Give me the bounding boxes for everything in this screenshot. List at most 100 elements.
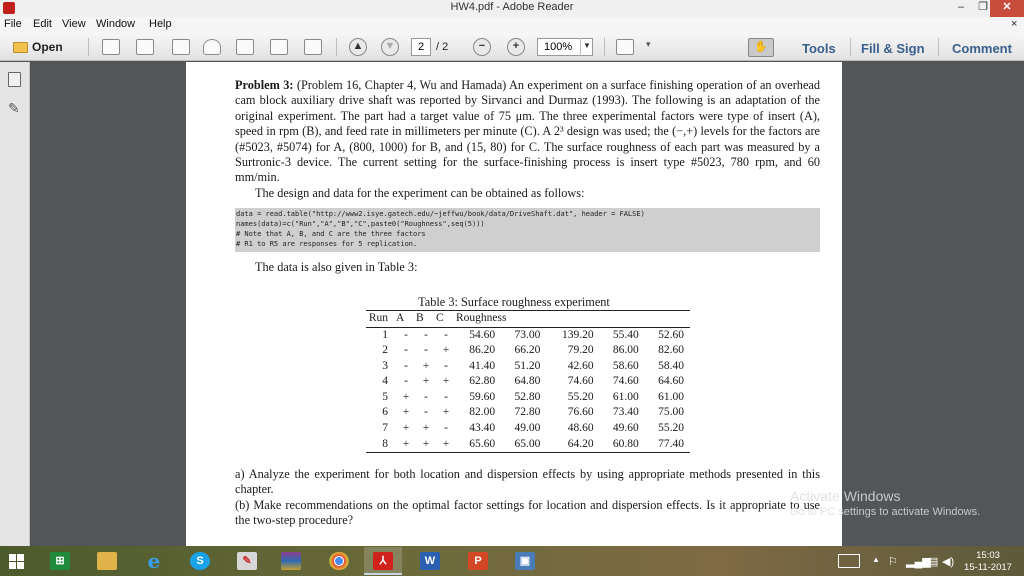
more-tools-icon[interactable]: ▾ xyxy=(646,39,664,55)
windows-start-icon[interactable] xyxy=(9,554,25,570)
factor-cell: + xyxy=(442,437,450,450)
factor-cell: - xyxy=(424,390,428,403)
roughness-cell: 82.60 xyxy=(658,344,684,357)
roughness-cell: 75.00 xyxy=(658,406,684,419)
roughness-cell: 55.20 xyxy=(658,422,684,435)
factor-cell: + xyxy=(402,390,410,403)
run-cell: 3 xyxy=(382,359,388,372)
roughness-cell: 58.60 xyxy=(612,359,639,372)
zoom-out-icon[interactable]: − xyxy=(473,38,491,56)
menu-view[interactable]: View xyxy=(62,18,86,30)
zoom-in-icon[interactable]: + xyxy=(507,38,525,56)
file-explorer-icon[interactable] xyxy=(88,547,126,575)
cloud-upload-icon[interactable] xyxy=(203,39,221,55)
open-button[interactable]: Open xyxy=(10,37,70,57)
system-clock[interactable]: 15:03 15-11-2017 xyxy=(958,550,1018,574)
create-pdf-icon[interactable] xyxy=(102,39,120,55)
factor-cell: - xyxy=(444,422,448,435)
menu-window[interactable]: Window xyxy=(96,18,135,30)
close-document-button[interactable]: × xyxy=(1011,18,1017,30)
factor-cell: - xyxy=(404,359,408,372)
tools-pane-link[interactable]: Tools xyxy=(802,41,836,56)
watermark-subtitle: Go to PC settings to activate Windows. xyxy=(790,506,981,518)
roughness-cell: 74.60 xyxy=(567,375,594,388)
edit-pdf-icon[interactable] xyxy=(172,39,190,55)
table-row: 1 - - - 54.60 73.00 139.20 55.40 52.60 xyxy=(366,327,690,343)
adobe-reader-taskbar-icon[interactable]: ⅄ xyxy=(364,547,402,575)
chevron-down-icon[interactable]: ▼ xyxy=(580,38,593,56)
keyboard-icon[interactable] xyxy=(838,554,860,568)
run-cell: 6 xyxy=(382,406,388,419)
run-cell: 5 xyxy=(382,390,388,403)
save-icon[interactable] xyxy=(236,39,254,55)
r-code-block: data = read.table("http://www2.isye.gate… xyxy=(235,208,820,252)
factor-cell: + xyxy=(422,375,430,388)
toolbar: Open ▲ ▼ 2 / 2 − + 100% ▼ ▾ ✋ Tools Fill… xyxy=(0,33,1024,61)
fit-page-icon[interactable] xyxy=(616,39,634,55)
roughness-cell: 86.00 xyxy=(612,344,639,357)
header-a: A xyxy=(396,312,405,324)
paint-icon[interactable]: ✎ xyxy=(228,547,266,575)
page-number-input[interactable]: 2 xyxy=(411,38,431,56)
factor-cell: + xyxy=(402,422,410,435)
factor-cell: + xyxy=(442,375,450,388)
roughness-cell: 73.40 xyxy=(612,406,639,419)
menu-file[interactable]: File xyxy=(4,18,22,30)
roughness-cell: 61.00 xyxy=(612,390,639,403)
roughness-cell: 77.40 xyxy=(658,437,684,450)
roughness-cell: 48.60 xyxy=(567,422,594,435)
store-icon[interactable]: ⊞ xyxy=(41,547,79,575)
next-page-icon[interactable]: ▼ xyxy=(381,38,399,56)
network-signal-icon[interactable]: ▂▄▆ xyxy=(906,555,931,568)
previous-page-icon[interactable]: ▲ xyxy=(349,38,367,56)
run-cell: 1 xyxy=(382,328,388,341)
fill-sign-pane-link[interactable]: Fill & Sign xyxy=(861,41,925,56)
email-icon[interactable] xyxy=(304,39,322,55)
taskbar: ⊞ e S ✎ ⅄ W P ▣ ▲ ⚐ ▂▄▆ ▤ ◀) 15:03 15-11… xyxy=(0,546,1024,576)
roughness-cell: 74.60 xyxy=(612,375,639,388)
volume-icon[interactable]: ◀) xyxy=(942,555,954,568)
menu-help[interactable]: Help xyxy=(149,18,172,30)
toolbar-separator xyxy=(850,38,851,56)
toolbar-separator xyxy=(938,38,939,56)
folder-icon xyxy=(13,42,28,53)
flag-icon[interactable]: ⚐ xyxy=(888,555,898,568)
show-hidden-icons[interactable]: ▲ xyxy=(872,555,880,564)
menu-bar: File Edit View Window Help × xyxy=(0,17,1024,33)
table-row: 8 + + +65.60 65.00 64.20 60.80 77.40 xyxy=(366,437,690,453)
roughness-cell: 43.40 xyxy=(469,422,496,435)
problem-label: Problem 3: xyxy=(235,78,294,92)
header-run: Run xyxy=(368,312,388,324)
export-pdf-icon[interactable] xyxy=(136,39,154,55)
powerpoint-icon[interactable]: P xyxy=(459,547,497,575)
page-thumbnails-icon[interactable] xyxy=(8,72,21,87)
attachments-paperclip-icon[interactable]: ✎ xyxy=(8,100,22,116)
run-cell: 4 xyxy=(382,375,388,388)
table-row: 5 + - - 59.60 52.80 55.20 61.00 61.00 xyxy=(366,390,690,406)
roughness-cell: 62.80 xyxy=(469,375,496,388)
network-icon[interactable]: ▤ xyxy=(928,555,938,568)
roughness-cell: 58.40 xyxy=(658,359,684,372)
minimize-button[interactable]: – xyxy=(950,0,972,17)
roughness-cell: 60.80 xyxy=(612,437,639,450)
factor-cell: - xyxy=(444,390,448,403)
skype-icon[interactable]: S xyxy=(181,547,219,575)
chrome-icon[interactable] xyxy=(320,547,358,575)
print-icon[interactable] xyxy=(270,39,288,55)
clock-time: 15:03 xyxy=(976,550,1000,561)
remote-desktop-icon[interactable]: ▣ xyxy=(506,547,544,575)
close-button[interactable]: ✕ xyxy=(990,0,1024,17)
page-total: / 2 xyxy=(436,41,449,53)
hand-tool-icon[interactable]: ✋ xyxy=(748,38,774,57)
roughness-cell: 52.60 xyxy=(658,328,684,341)
roughness-cell: 64.60 xyxy=(658,375,684,388)
internet-explorer-icon[interactable]: e xyxy=(135,547,173,575)
menu-edit[interactable]: Edit xyxy=(33,18,52,30)
comment-pane-link[interactable]: Comment xyxy=(952,41,1012,56)
factor-cell: + xyxy=(422,437,430,450)
run-cell: 2 xyxy=(382,344,388,357)
winrar-icon[interactable] xyxy=(272,547,310,575)
factor-cell: - xyxy=(444,328,448,341)
word-icon[interactable]: W xyxy=(411,547,449,575)
roughness-cell: 82.00 xyxy=(469,406,496,419)
